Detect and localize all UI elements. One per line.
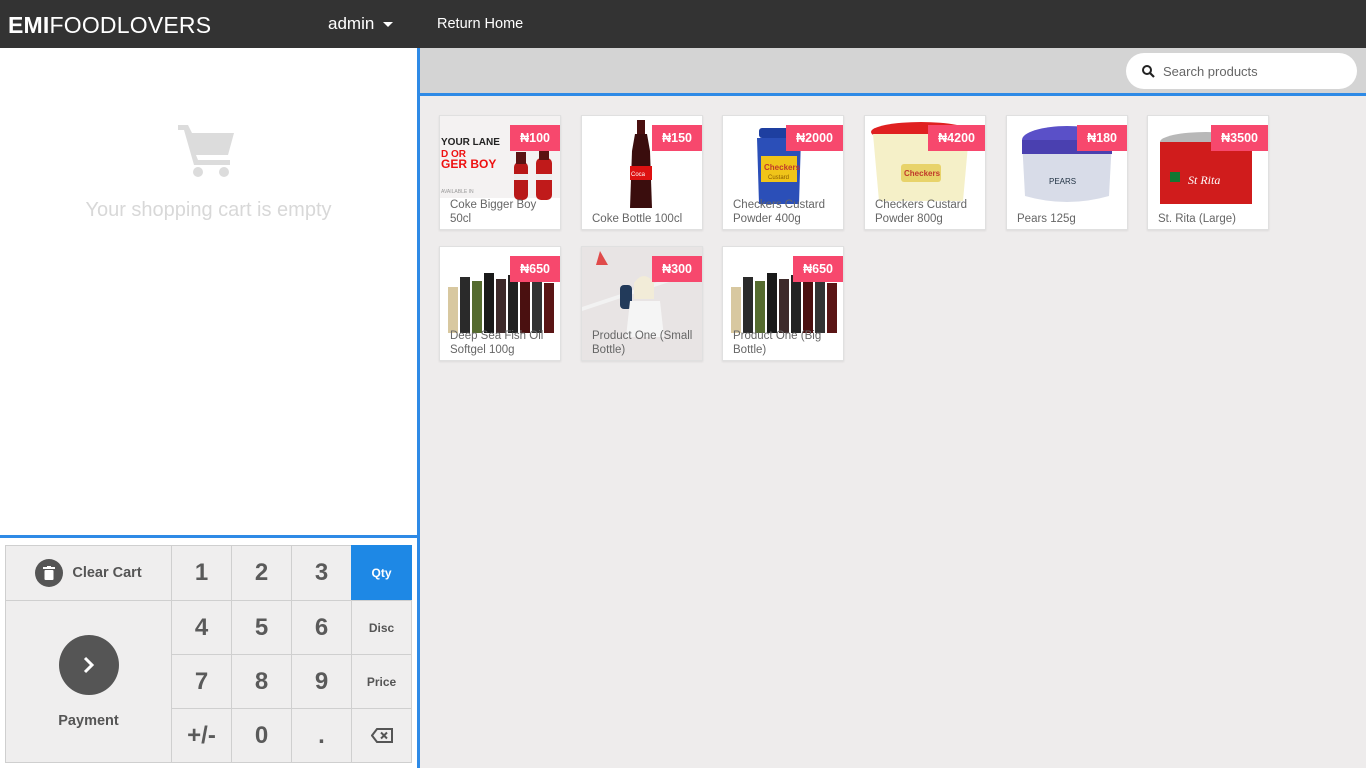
price-tag: ₦4200 bbox=[928, 125, 985, 151]
cart-empty-message: Your shopping cart is empty bbox=[85, 199, 332, 221]
key-6[interactable]: 6 bbox=[291, 600, 352, 655]
key-3[interactable]: 3 bbox=[291, 545, 352, 601]
decimal-button[interactable]: . bbox=[291, 708, 352, 763]
key-1[interactable]: 1 bbox=[171, 545, 232, 601]
cart-list: Your shopping cart is empty bbox=[0, 48, 417, 538]
svg-text:Coca: Coca bbox=[631, 172, 646, 178]
key-4[interactable]: 4 bbox=[171, 600, 232, 655]
svg-text:Checkers: Checkers bbox=[764, 163, 801, 172]
sign-toggle-button[interactable]: +/- bbox=[171, 708, 232, 763]
keypad: Clear Cart Payment 1 2 3 Qty 4 5 6 Disc … bbox=[5, 545, 412, 763]
product-name: Coke Bottle 100cl bbox=[592, 212, 683, 225]
product-card[interactable]: ₦650 Deep Sea Fish Oil Softgel 100g bbox=[439, 246, 561, 361]
clear-cart-button[interactable]: Clear Cart bbox=[5, 545, 172, 601]
caret-down-icon bbox=[383, 22, 394, 27]
qty-mode-button[interactable]: Qty bbox=[351, 545, 412, 601]
key-7[interactable]: 7 bbox=[171, 654, 232, 709]
search-input[interactable] bbox=[1163, 63, 1343, 79]
price-tag: ₦180 bbox=[1077, 125, 1127, 151]
svg-text:Custard: Custard bbox=[768, 175, 789, 181]
product-name: Product One (Small Bottle) bbox=[592, 330, 693, 356]
product-name: Deep Sea Fish Oil Softgel 100g bbox=[450, 330, 544, 356]
product-card[interactable]: Checkers Custard ₦2000 Checkers Custard … bbox=[722, 115, 844, 230]
svg-text:Checkers: Checkers bbox=[904, 169, 941, 178]
shopping-cart-icon bbox=[178, 125, 234, 177]
user-dropdown[interactable]: admin bbox=[328, 14, 394, 34]
price-tag: ₦650 bbox=[510, 256, 560, 282]
key-8[interactable]: 8 bbox=[231, 654, 292, 709]
cart-panel: Your shopping cart is empty Clear Cart P… bbox=[0, 48, 420, 768]
product-card[interactable]: PEARS ₦180 Pears 125g bbox=[1006, 115, 1128, 230]
search-icon bbox=[1142, 64, 1155, 78]
product-card[interactable]: ₦650 Product One (Big Bottle) bbox=[722, 246, 844, 361]
product-card[interactable]: Checkers ₦4200 Checkers Custard Powder 8… bbox=[864, 115, 986, 230]
price-tag: ₦650 bbox=[793, 256, 843, 282]
product-name: Checkers Custard Powder 800g bbox=[875, 199, 968, 225]
product-name: St. Rita (Large) bbox=[1158, 212, 1236, 225]
key-2[interactable]: 2 bbox=[231, 545, 292, 601]
trash-icon bbox=[35, 559, 64, 587]
backspace-icon bbox=[370, 728, 393, 743]
svg-text:St Rita: St Rita bbox=[1188, 173, 1220, 187]
product-card[interactable]: Coca ₦150 Coke Bottle 100cl bbox=[581, 115, 703, 230]
brand-logo[interactable]: EMIFOODLOVERS bbox=[8, 12, 211, 39]
backspace-button[interactable] bbox=[351, 708, 412, 763]
search-box[interactable] bbox=[1126, 53, 1357, 89]
svg-text:YOUR LANE: YOUR LANE bbox=[441, 137, 500, 148]
svg-text:AVAILABLE IN: AVAILABLE IN bbox=[441, 189, 474, 195]
price-tag: ₦300 bbox=[652, 256, 702, 282]
price-tag: ₦100 bbox=[510, 125, 560, 151]
price-tag: ₦150 bbox=[652, 125, 702, 151]
user-name: admin bbox=[328, 14, 375, 33]
svg-text:GER BOY: GER BOY bbox=[441, 157, 496, 171]
payment-button[interactable]: Payment bbox=[5, 600, 172, 763]
return-home-link[interactable]: Return Home bbox=[437, 16, 523, 32]
top-navbar: EMIFOODLOVERS admin Return Home bbox=[0, 0, 1366, 48]
disc-mode-button[interactable]: Disc bbox=[351, 600, 412, 655]
key-5[interactable]: 5 bbox=[231, 600, 292, 655]
price-tag: ₦2000 bbox=[786, 125, 843, 151]
search-bar bbox=[420, 48, 1366, 96]
key-0[interactable]: 0 bbox=[231, 708, 292, 763]
product-card[interactable]: YOUR LANE D OR GER BOY AVAILABLE IN ₦100… bbox=[439, 115, 561, 230]
product-name: Product One (Big Bottle) bbox=[733, 330, 822, 356]
price-tag: ₦3500 bbox=[1211, 125, 1268, 151]
price-mode-button[interactable]: Price bbox=[351, 654, 412, 709]
chevron-right-icon bbox=[58, 634, 119, 695]
product-name: Checkers Custard Powder 400g bbox=[733, 199, 826, 225]
svg-text:PEARS: PEARS bbox=[1049, 177, 1076, 186]
product-name: Coke Bigger Boy 50cl bbox=[450, 199, 537, 225]
key-9[interactable]: 9 bbox=[291, 654, 352, 709]
product-name: Pears 125g bbox=[1017, 212, 1076, 225]
product-card[interactable]: St Rita ₦3500 St. Rita (Large) bbox=[1147, 115, 1269, 230]
product-card[interactable]: ₦300 Product One (Small Bottle) bbox=[581, 246, 703, 361]
